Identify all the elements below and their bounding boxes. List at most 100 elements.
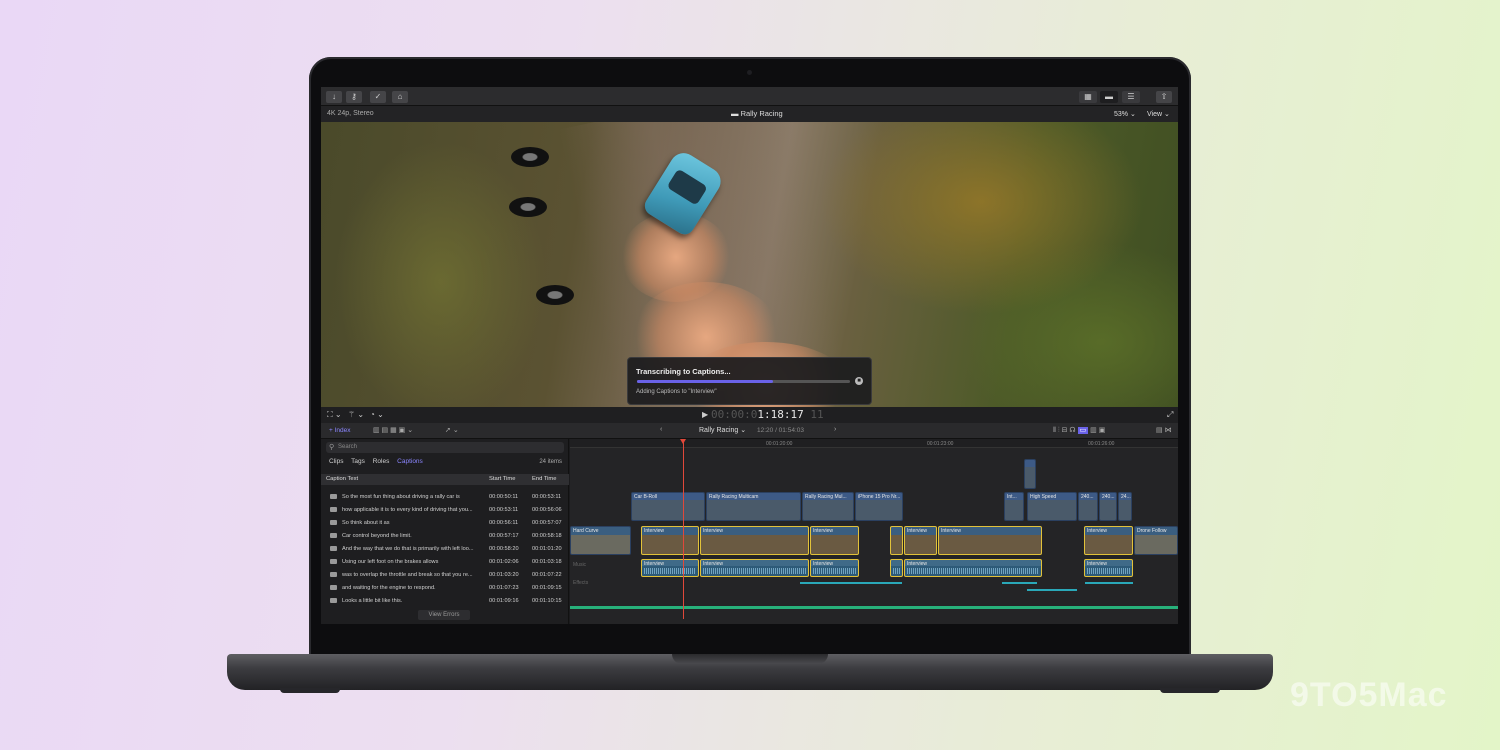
caption-text: Looks a little bit like this. — [342, 598, 403, 604]
camera — [747, 70, 752, 75]
tab-tags[interactable]: Tags — [351, 458, 365, 465]
clip-appearance-button[interactable]: ▤ ⋈ — [1156, 426, 1172, 434]
playhead[interactable] — [680, 439, 686, 619]
share-tag-button[interactable]: ⌂ — [392, 91, 408, 103]
storyline-clip[interactable]: Interview — [904, 526, 937, 555]
video-viewer[interactable]: Transcribing to Captions... ■ Adding Cap… — [321, 122, 1178, 407]
tab-roles[interactable]: Roles — [373, 458, 390, 465]
progress-track — [637, 380, 850, 383]
tab-clips[interactable]: Clips — [329, 458, 343, 465]
caption-row[interactable]: Car control beyond the limit. 00:00:57:17… — [321, 530, 569, 543]
timeline-header: + Index ▥ ▤ ▦ ▣ ⌄ ➚ ⌄ ‹ Rally Racing ⌄ 1… — [321, 423, 1178, 439]
storyline-clip[interactable]: Hard Curve — [570, 526, 631, 555]
storyline-clip[interactable]: Interview — [810, 526, 859, 555]
broll-clip[interactable]: Rally Racing Mul... — [802, 492, 854, 521]
timeline-project-menu[interactable]: Rally Racing ⌄ — [699, 426, 746, 434]
audio-clip[interactable] — [890, 559, 903, 577]
broll-clip[interactable]: 240... — [1099, 492, 1117, 521]
storyline-clip[interactable]: Interview — [1084, 526, 1133, 555]
background-tasks-button[interactable]: ✓ — [370, 91, 386, 103]
caption-list: So the most fun thing about driving a ra… — [321, 491, 569, 608]
browser-toggle-button[interactable]: ▦ — [1079, 91, 1097, 103]
play-button[interactable]: ▶ — [702, 410, 708, 419]
top-toolbar: ↓ ⚷ ✓ ⌂ ▦ ▬ ☰ ⇧ — [321, 87, 1178, 106]
caption-row[interactable]: Looks a little bit like this. 00:01:09:16… — [321, 595, 569, 608]
timeline-ruler: 00:01:20:00 00:01:23:00 00:01:26:00 — [570, 439, 1178, 448]
audio-clip[interactable]: Interview — [810, 559, 859, 577]
inspector-toggle-button[interactable]: ☰ — [1122, 91, 1140, 103]
caption-lane[interactable] — [570, 606, 1178, 609]
history-back-button[interactable]: ‹ — [660, 426, 662, 433]
effects-clip[interactable] — [1027, 589, 1077, 591]
caption-text: So think about it as — [342, 520, 390, 526]
laptop-foot-right — [1160, 688, 1220, 693]
broll-clip[interactable]: 24... — [1118, 492, 1132, 521]
broll-clip[interactable] — [1024, 459, 1036, 489]
caption-row[interactable]: how applicable it is to every kind of dr… — [321, 504, 569, 517]
column-caption-text[interactable]: Caption Text — [326, 476, 358, 482]
share-button[interactable]: ⇧ — [1156, 91, 1172, 103]
caption-row[interactable]: So the most fun thing about driving a ra… — [321, 491, 569, 504]
broll-clip[interactable]: High Speed — [1027, 492, 1077, 521]
audio-clip[interactable]: Interview — [641, 559, 699, 577]
audio-clip[interactable]: Interview — [904, 559, 1042, 577]
column-start-time[interactable]: Start Time — [489, 476, 515, 482]
waveform — [703, 568, 806, 574]
audio-tools[interactable]: ⫴ ⫶ ⊟ ☊ ▭ ▥ ▣ — [1053, 426, 1105, 435]
caption-row[interactable]: Using our left foot on the brakes allows… — [321, 556, 569, 569]
index-button[interactable]: + Index — [329, 427, 351, 434]
effects-clip[interactable] — [1002, 582, 1037, 584]
site-watermark: 9TO5Mac — [1290, 676, 1448, 714]
broll-clip[interactable]: Int... — [1004, 492, 1024, 521]
waveform — [644, 568, 696, 574]
caption-table-header: Caption Text Start Time End Time — [321, 474, 569, 485]
view-menu[interactable]: View ⌄ — [1147, 110, 1170, 118]
keywords-button[interactable]: ⚷ — [346, 91, 362, 103]
import-button[interactable]: ↓ — [326, 91, 342, 103]
audio-clip[interactable]: Interview — [700, 559, 809, 577]
broll-clip[interactable]: iPhone 15 Pro Nr... — [855, 492, 903, 521]
transport-bar: ⛶ ⌄ ⚚ ⌄ ◔ ⌄ ▶ 00:00:01:18:17 11 ⤢ — [321, 407, 1178, 423]
storyline-clip[interactable]: Interview — [700, 526, 809, 555]
column-end-time[interactable]: End Time — [532, 476, 557, 482]
ruler-tick: 00:01:20:00 — [766, 441, 793, 447]
audio-clip[interactable]: Interview — [1084, 559, 1133, 577]
caption-text: was to overlap the throttle and break so… — [342, 572, 473, 578]
cancel-transcription-button[interactable]: ■ — [855, 377, 863, 385]
broll-clip[interactable]: Car B-Roll — [631, 492, 705, 521]
view-errors-button[interactable]: View Errors — [418, 610, 470, 620]
caption-row[interactable]: and waiting for the engine to respond. 00… — [321, 582, 569, 595]
search-input[interactable]: ⚲ Search — [326, 442, 564, 453]
tab-captions[interactable]: Captions — [397, 458, 423, 465]
select-tool-menu[interactable]: ➚ ⌄ — [445, 426, 459, 434]
storyline-clip[interactable]: Interview — [641, 526, 699, 555]
edit-tools[interactable]: ▥ ▤ ▦ ▣ ⌄ — [373, 426, 413, 434]
caption-end: 00:00:56:06 — [532, 507, 562, 513]
effects-clip[interactable] — [1085, 582, 1133, 584]
speed-menu[interactable]: ◔ ⌄ — [370, 410, 384, 419]
storyline-clip[interactable] — [890, 526, 903, 555]
history-forward-button[interactable]: › — [834, 426, 836, 433]
zoom-menu[interactable]: 53% ⌄ — [1114, 110, 1136, 118]
storyline-clip[interactable]: Interview — [938, 526, 1042, 555]
storyline-clip[interactable]: Drone Follow — [1134, 526, 1178, 555]
caption-row[interactable]: was to overlap the throttle and break so… — [321, 569, 569, 582]
caption-end: 00:00:57:07 — [532, 520, 562, 526]
timeline-toggle-button[interactable]: ▬ — [1100, 91, 1118, 103]
fullscreen-button[interactable]: ⤢ — [1167, 410, 1173, 420]
viewer-title: ▬ Rally Racing — [731, 109, 783, 118]
arrow-icon: ➚ — [445, 427, 451, 434]
caption-start: 00:00:53:11 — [489, 507, 519, 513]
transform-menu[interactable]: ⛶ ⌄ — [327, 410, 342, 420]
laptop-notch — [672, 654, 828, 664]
enhance-menu[interactable]: ⚚ ⌄ — [348, 410, 364, 419]
caption-row[interactable]: So think about it as 00:00:56:11 00:00:57:… — [321, 517, 569, 530]
lane-label: Effects — [573, 580, 589, 586]
transcribe-dialog: Transcribing to Captions... ■ Adding Cap… — [627, 357, 872, 405]
timeline[interactable]: 00:01:20:00 00:01:23:00 00:01:26:00 Car … — [570, 439, 1178, 624]
caption-end: 00:01:09:15 — [532, 585, 562, 591]
broll-clip[interactable]: Rally Racing Multicam — [706, 492, 801, 521]
effects-clip[interactable] — [800, 582, 902, 584]
broll-clip[interactable]: 240... — [1078, 492, 1098, 521]
caption-row[interactable]: And the way that we do that is primarily… — [321, 543, 569, 556]
